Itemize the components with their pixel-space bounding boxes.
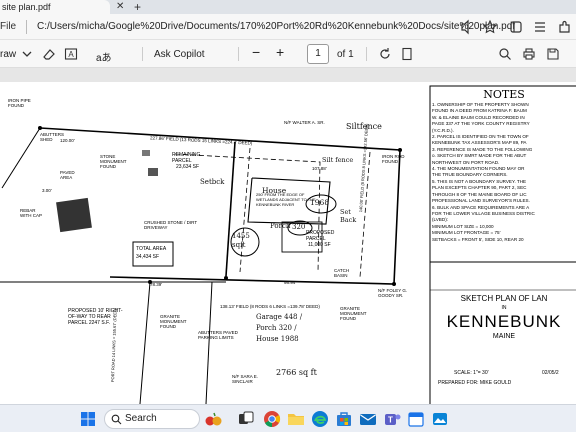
tab-strip: site plan.pdf ✕ + bbox=[0, 0, 576, 14]
page-total-label: of 1 bbox=[337, 49, 354, 60]
favorite-star-icon[interactable] bbox=[482, 19, 498, 35]
ask-copilot-button[interactable]: Ask Copilot bbox=[154, 49, 205, 60]
collections-icon[interactable] bbox=[508, 19, 524, 35]
file-scheme-label: File bbox=[0, 21, 17, 32]
notes-title: NOTES bbox=[483, 88, 525, 101]
favorites-list-icon[interactable] bbox=[532, 19, 548, 35]
tab-title: site plan.pdf bbox=[2, 2, 51, 12]
close-tab-icon[interactable]: ✕ bbox=[116, 1, 124, 12]
edge-icon[interactable] bbox=[310, 409, 330, 429]
windows-start-icon[interactable] bbox=[78, 409, 98, 429]
search-icon[interactable] bbox=[498, 47, 512, 61]
town-name: KENNEBUNK bbox=[446, 312, 562, 331]
scale-label: SCALE: 1"= 30' bbox=[454, 370, 489, 376]
notes-panel: NOTES 1. OWNERSHIP OF THE PROPERTY SHOWN… bbox=[432, 88, 576, 262]
draw-button[interactable]: raw bbox=[0, 49, 16, 60]
notes-list: 1. OWNERSHIP OF THE PROPERTY SHOWN FOUND … bbox=[432, 102, 576, 243]
search-icon bbox=[111, 414, 122, 425]
fruit-widget-icon[interactable] bbox=[204, 409, 224, 429]
save-icon[interactable] bbox=[546, 47, 560, 61]
area-320-note: 320 bbox=[292, 223, 306, 231]
extensions-icon[interactable] bbox=[556, 19, 572, 35]
state-name: MAINE bbox=[492, 333, 516, 340]
divider bbox=[26, 20, 27, 34]
prepared-for-label: PREPARED FOR: MIKE GOULD bbox=[438, 380, 512, 386]
setback-left: Setbck bbox=[200, 178, 225, 186]
note-line: SETBACKS = FRONT 5', SIDE 10, REAR 20 bbox=[432, 236, 524, 242]
new-tab-icon[interactable]: + bbox=[134, 0, 141, 14]
calendar-icon[interactable] bbox=[406, 409, 426, 429]
file-explorer-icon[interactable] bbox=[286, 409, 306, 429]
house-note: House bbox=[262, 186, 287, 195]
zoom-out-button[interactable]: − bbox=[252, 44, 260, 60]
photos-icon[interactable] bbox=[430, 409, 450, 429]
divider bbox=[142, 47, 143, 61]
eraser-icon[interactable] bbox=[42, 47, 56, 61]
store-icon[interactable] bbox=[334, 409, 354, 429]
print-icon[interactable] bbox=[522, 47, 536, 61]
address-bar: File C:/Users/micha/Google%20Drive/Docum… bbox=[0, 14, 576, 40]
windows-taskbar: Search T bbox=[0, 404, 576, 432]
divider bbox=[238, 47, 239, 61]
garage-porch-house-stack: Garage 448 / Porch 320 / House 1988 bbox=[256, 313, 303, 343]
area-1455-note: 1455 sqft bbox=[232, 232, 250, 249]
page-view-icon[interactable] bbox=[400, 47, 414, 61]
zoom-in-button[interactable]: + bbox=[276, 44, 284, 60]
read-aloud-button[interactable]: aあ bbox=[96, 49, 112, 64]
setback-right: Set Back bbox=[340, 208, 357, 224]
pdf-viewer[interactable]: IRON PIPE FOUND ABUTTERS SHED PAVED AREA… bbox=[0, 68, 576, 404]
silt-fence-mid: Silt fence bbox=[322, 156, 354, 164]
teams-icon[interactable]: T bbox=[382, 409, 402, 429]
taskbar-search-box[interactable]: Search bbox=[104, 409, 200, 429]
title-block: SKETCH PLAN OF LAN IN KENNEBUNK MAINE SC… bbox=[432, 294, 576, 404]
chrome-icon[interactable] bbox=[262, 409, 282, 429]
sketch-title: SKETCH PLAN OF LAN bbox=[460, 294, 548, 303]
page-number-input[interactable]: 1 bbox=[307, 44, 329, 64]
silt-fence-top: Siltfence bbox=[346, 122, 382, 131]
search-label: Search bbox=[125, 413, 157, 424]
divider bbox=[366, 47, 367, 61]
text-annotate-icon[interactable]: A bbox=[64, 47, 78, 61]
sketch-in: IN bbox=[501, 305, 507, 311]
rotate-icon[interactable] bbox=[378, 47, 392, 61]
pdf-toolbar: raw A aあ Ask Copilot − + 1 of 1 bbox=[0, 40, 576, 68]
date-label: 02/05/2 bbox=[542, 370, 559, 376]
mail-icon[interactable] bbox=[358, 409, 378, 429]
read-aloud-icon[interactable] bbox=[458, 19, 474, 35]
porch-note: Porch bbox=[270, 222, 291, 230]
chevron-down-icon[interactable] bbox=[20, 47, 34, 61]
handwritten-notes: Siltfence Silt fence Setbck Set Back 196… bbox=[0, 82, 430, 404]
url-field[interactable]: C:/Users/micha/Google%20Drive/Documents/… bbox=[37, 21, 515, 32]
tab-site-plan[interactable]: site plan.pdf bbox=[0, 0, 110, 14]
svg-text:A: A bbox=[68, 50, 74, 59]
year-1968: 1968 bbox=[310, 198, 330, 207]
svg-text:T: T bbox=[388, 416, 393, 425]
pdf-page: IRON PIPE FOUND ABUTTERS SHED PAVED AREA… bbox=[0, 82, 576, 404]
task-view-icon[interactable] bbox=[236, 409, 256, 429]
total-sqft-note: 2766 sq ft bbox=[276, 368, 317, 377]
